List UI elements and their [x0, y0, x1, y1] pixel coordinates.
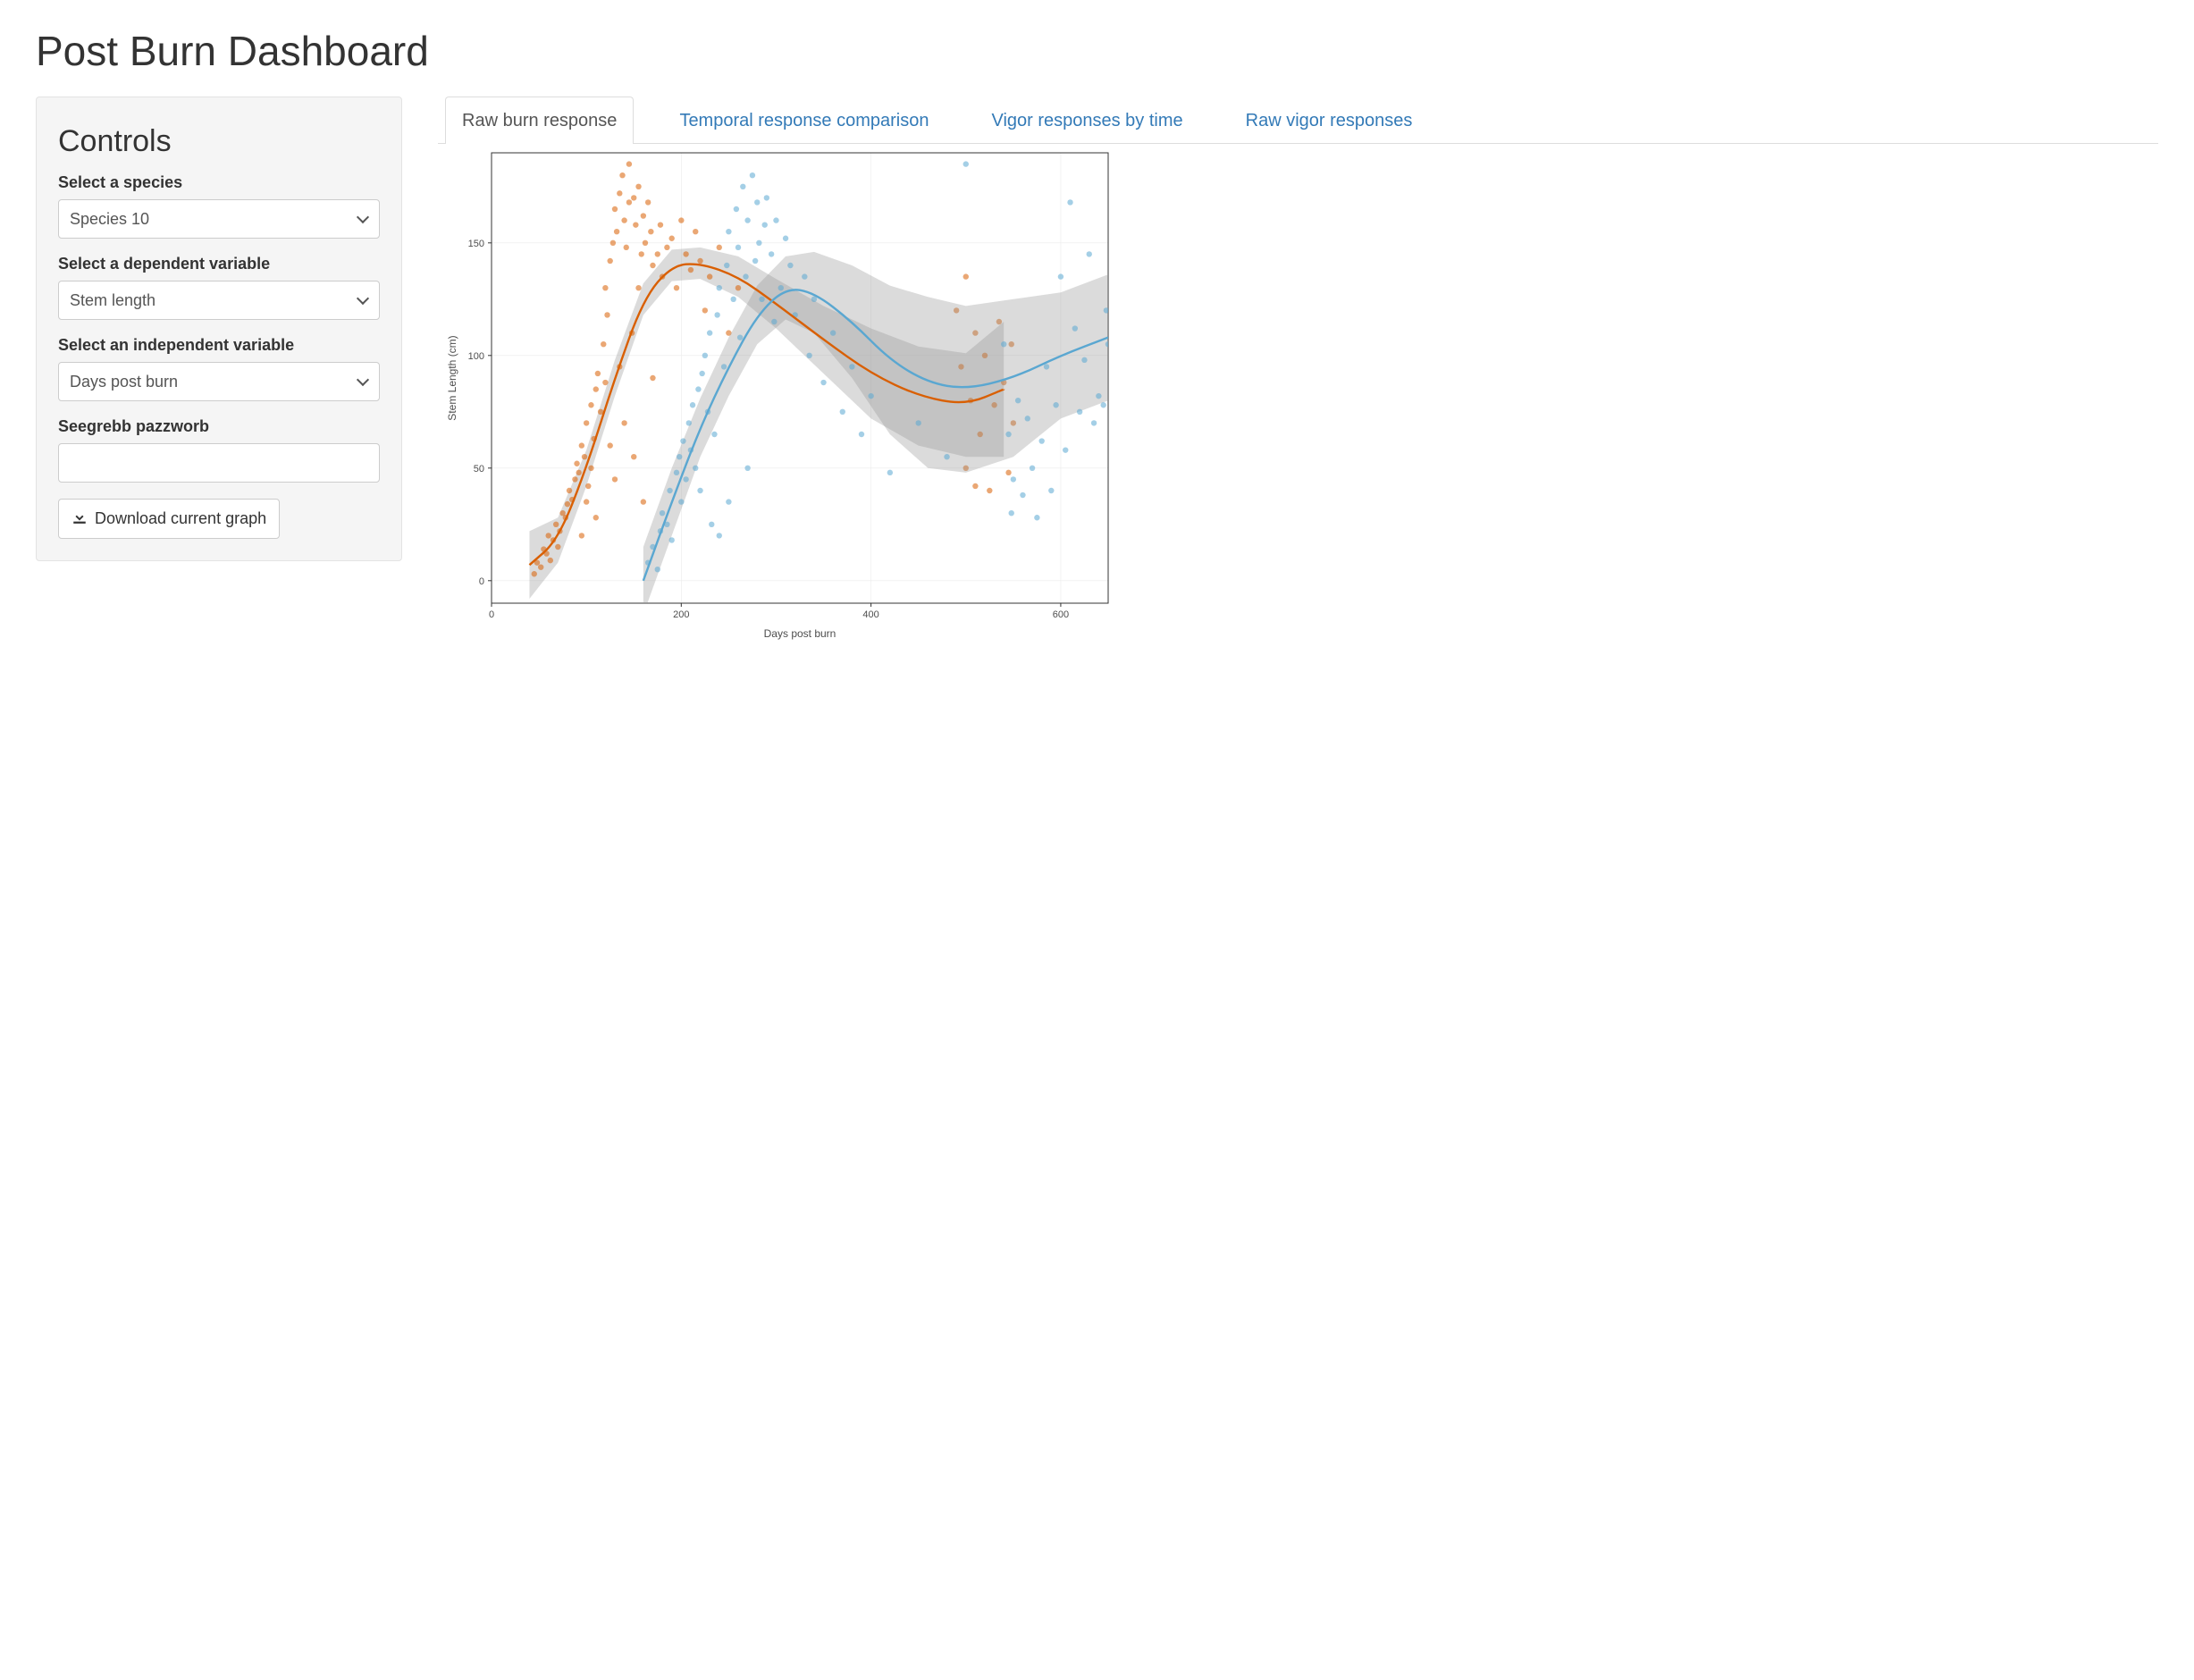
- download-icon: [71, 508, 88, 529]
- svg-text:Stem Length (cm): Stem Length (cm): [446, 335, 458, 420]
- main-panel: Raw burn response Temporal response compa…: [438, 97, 2158, 648]
- species-select[interactable]: Species 10: [58, 199, 380, 239]
- indvar-select[interactable]: Days post burn: [58, 362, 380, 401]
- controls-panel: Controls Select a species Species 10 Sel…: [36, 97, 402, 561]
- svg-text:100: 100: [468, 351, 484, 362]
- depvar-select[interactable]: Stem length: [58, 281, 380, 320]
- page-title: Post Burn Dashboard: [36, 27, 2158, 75]
- tab-0[interactable]: Raw burn response: [445, 97, 634, 144]
- tab-3[interactable]: Raw vigor responses: [1229, 97, 1430, 144]
- svg-text:150: 150: [468, 239, 484, 249]
- burn-response-chart: 0 200 400 600 0 50 100 150 Days post burn Stem Le…: [438, 147, 1117, 648]
- svg-text:200: 200: [673, 609, 689, 620]
- tab-2[interactable]: Vigor responses by time: [974, 97, 1199, 144]
- svg-text:400: 400: [862, 609, 878, 620]
- svg-text:0: 0: [479, 576, 484, 587]
- svg-text:0: 0: [489, 609, 494, 620]
- depvar-label: Select a dependent variable: [58, 255, 380, 273]
- download-button[interactable]: Download current graph: [58, 499, 280, 539]
- svg-text:600: 600: [1053, 609, 1069, 620]
- download-button-label: Download current graph: [95, 509, 266, 528]
- svg-text:Days post burn: Days post burn: [764, 627, 836, 640]
- tab-bar: Raw burn response Temporal response compa…: [438, 97, 2158, 144]
- password-label: Seegrebb pazzworb: [58, 417, 380, 436]
- species-label: Select a species: [58, 173, 380, 192]
- tab-1[interactable]: Temporal response comparison: [662, 97, 946, 144]
- svg-text:50: 50: [474, 464, 484, 475]
- indvar-label: Select an independent variable: [58, 336, 380, 355]
- controls-heading: Controls: [58, 124, 380, 159]
- password-input[interactable]: [58, 443, 380, 483]
